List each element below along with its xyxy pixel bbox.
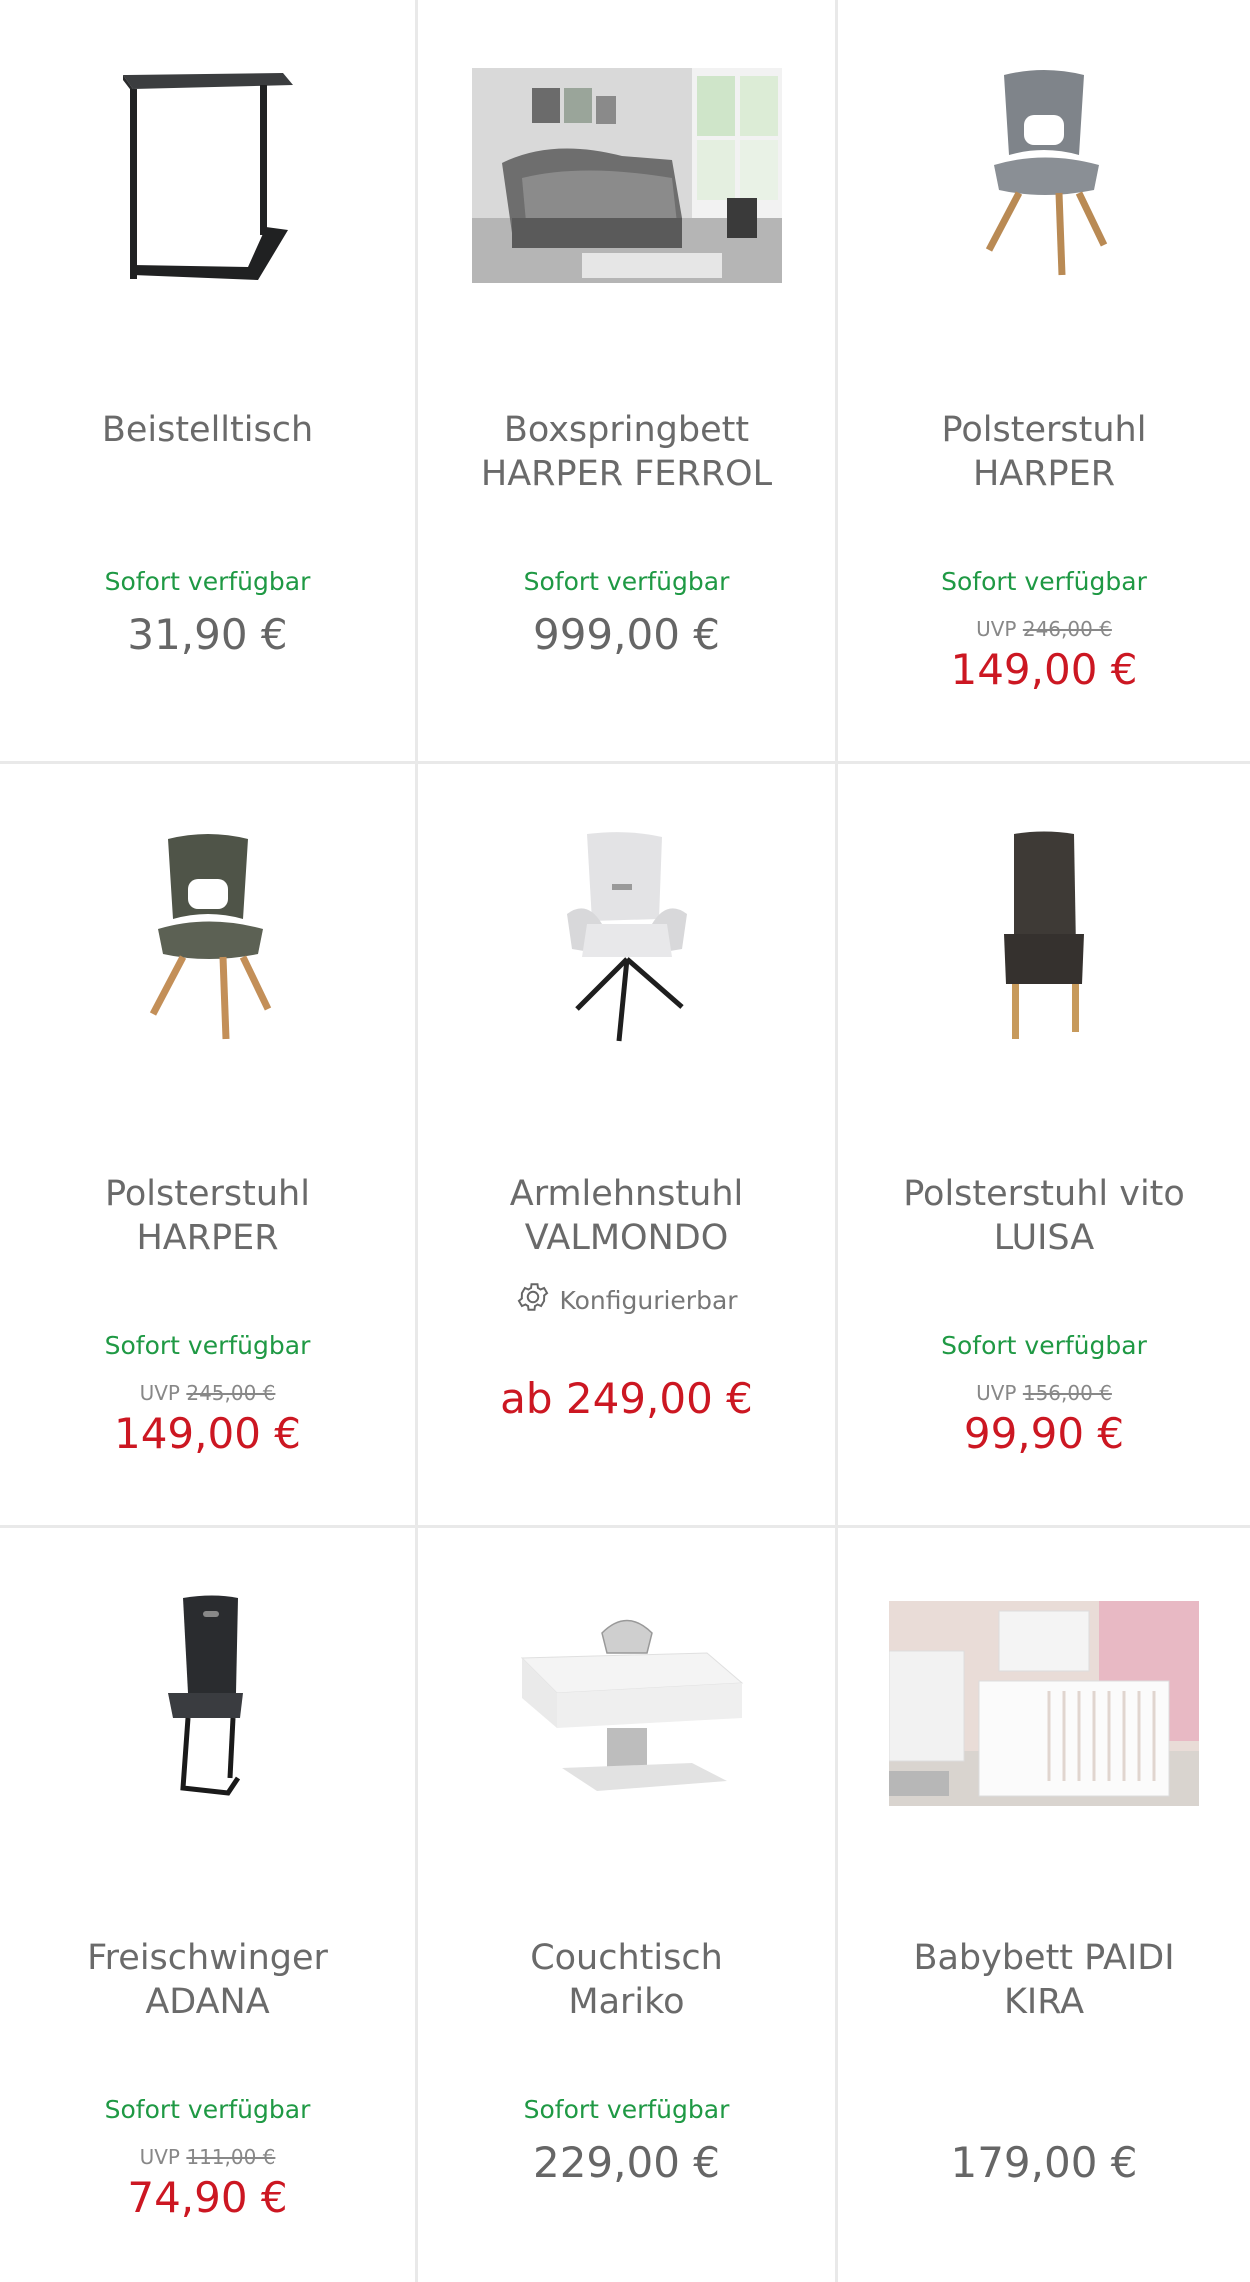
product-name[interactable]: Polsterstuhl vito LUISA [858, 1172, 1230, 1260]
product-price: 149,00 € [950, 645, 1138, 694]
cantilever-chair-image [167, 1595, 243, 1796]
product-name[interactable]: Boxspringbett HARPER FERROL [438, 408, 815, 496]
product-card[interactable]: Armlehnstuhl VALMONDO Konfigurierbar ab … [418, 764, 838, 1528]
availability-status: Sofort verfügbar [104, 567, 311, 596]
uvp-value: 245,00 € [186, 1381, 276, 1405]
product-name[interactable]: Polsterstuhl HARPER [20, 1172, 395, 1260]
uvp-label: UVP [139, 2145, 180, 2169]
product-image[interactable] [838, 814, 1250, 1064]
product-name[interactable]: Babybett PAIDI KIRA [858, 1936, 1230, 2024]
product-name[interactable]: Freischwinger ADANA [20, 1936, 395, 2024]
configurable-label: Konfigurierbar [559, 1285, 738, 1315]
product-image[interactable] [418, 50, 835, 300]
product-price: 179,00 € [950, 2138, 1138, 2187]
availability-status: Sofort verfügbar [104, 1331, 311, 1360]
armchair-image [566, 832, 687, 1042]
product-image[interactable] [0, 814, 415, 1064]
product-image[interactable] [838, 1578, 1250, 1828]
availability-status: Sofort verfügbar [941, 567, 1147, 596]
product-card[interactable]: Polsterstuhl HARPER Sofort verfügbar UVP… [838, 0, 1250, 764]
configurable-badge: Konfigurierbar [418, 1279, 835, 1321]
product-grid: Beistelltisch Sofort verfügbar 31,90 € B… [0, 0, 1250, 2282]
uvp-price: UVP 156,00 € [838, 1381, 1250, 1405]
uvp-price: UVP 245,00 € [0, 1381, 415, 1405]
uvp-value: 111,00 € [186, 2145, 276, 2169]
product-price: 99,90 € [963, 1409, 1125, 1458]
product-name[interactable]: Armlehnstuhl VALMONDO [438, 1172, 815, 1260]
product-card[interactable]: Babybett PAIDI KIRA 179,00 € [838, 1528, 1250, 2282]
uvp-value: 246,00 € [1022, 617, 1112, 641]
bedroom-photo [471, 67, 782, 283]
uvp-label: UVP [139, 1381, 180, 1405]
availability-status: Sofort verfügbar [523, 567, 730, 596]
product-card[interactable]: Couchtisch Mariko Sofort verfügbar 229,0… [418, 1528, 838, 2282]
uvp-value: 156,00 € [1022, 1381, 1112, 1405]
uvp-label: UVP [976, 1381, 1017, 1405]
product-price: ab 249,00 € [500, 1374, 753, 1423]
availability-status: Sofort verfügbar [523, 2095, 730, 2124]
product-price: 74,90 € [127, 2173, 288, 2222]
gear-icon [515, 1279, 551, 1321]
side-table-image [122, 73, 293, 280]
product-price: 229,00 € [532, 2138, 721, 2187]
product-image[interactable] [418, 1578, 835, 1828]
uvp-price: UVP 111,00 € [0, 2145, 415, 2169]
product-name[interactable]: Couchtisch Mariko [438, 1936, 815, 2024]
product-image[interactable] [418, 814, 835, 1064]
uvp-price: UVP 246,00 € [838, 617, 1250, 641]
product-image[interactable] [0, 1578, 415, 1828]
product-price: 31,90 € [127, 610, 288, 659]
product-name[interactable]: Polsterstuhl HARPER [858, 408, 1230, 496]
product-image[interactable] [838, 50, 1250, 300]
olive-chair-image [149, 834, 271, 1040]
coffee-table-image [520, 1619, 743, 1791]
product-card[interactable]: Polsterstuhl vito LUISA Sofort verfügbar… [838, 764, 1250, 1528]
product-card[interactable]: Beistelltisch Sofort verfügbar 31,90 € [0, 0, 418, 764]
product-price: 999,00 € [532, 610, 721, 659]
product-card[interactable]: Freischwinger ADANA Sofort verfügbar UVP… [0, 1528, 418, 2282]
brown-chair-image [1004, 831, 1084, 1039]
product-card[interactable]: Polsterstuhl HARPER Sofort verfügbar UVP… [0, 764, 418, 1528]
product-card[interactable]: Boxspringbett HARPER FERROL Sofort verfü… [418, 0, 838, 764]
grey-chair-image [985, 70, 1108, 276]
product-image[interactable] [0, 50, 415, 300]
uvp-label: UVP [976, 617, 1017, 641]
nursery-photo [889, 1600, 1199, 1806]
availability-status: Sofort verfügbar [104, 2095, 311, 2124]
product-price: 149,00 € [113, 1409, 302, 1458]
availability-status: Sofort verfügbar [941, 1331, 1147, 1360]
product-name[interactable]: Beistelltisch [20, 408, 395, 452]
